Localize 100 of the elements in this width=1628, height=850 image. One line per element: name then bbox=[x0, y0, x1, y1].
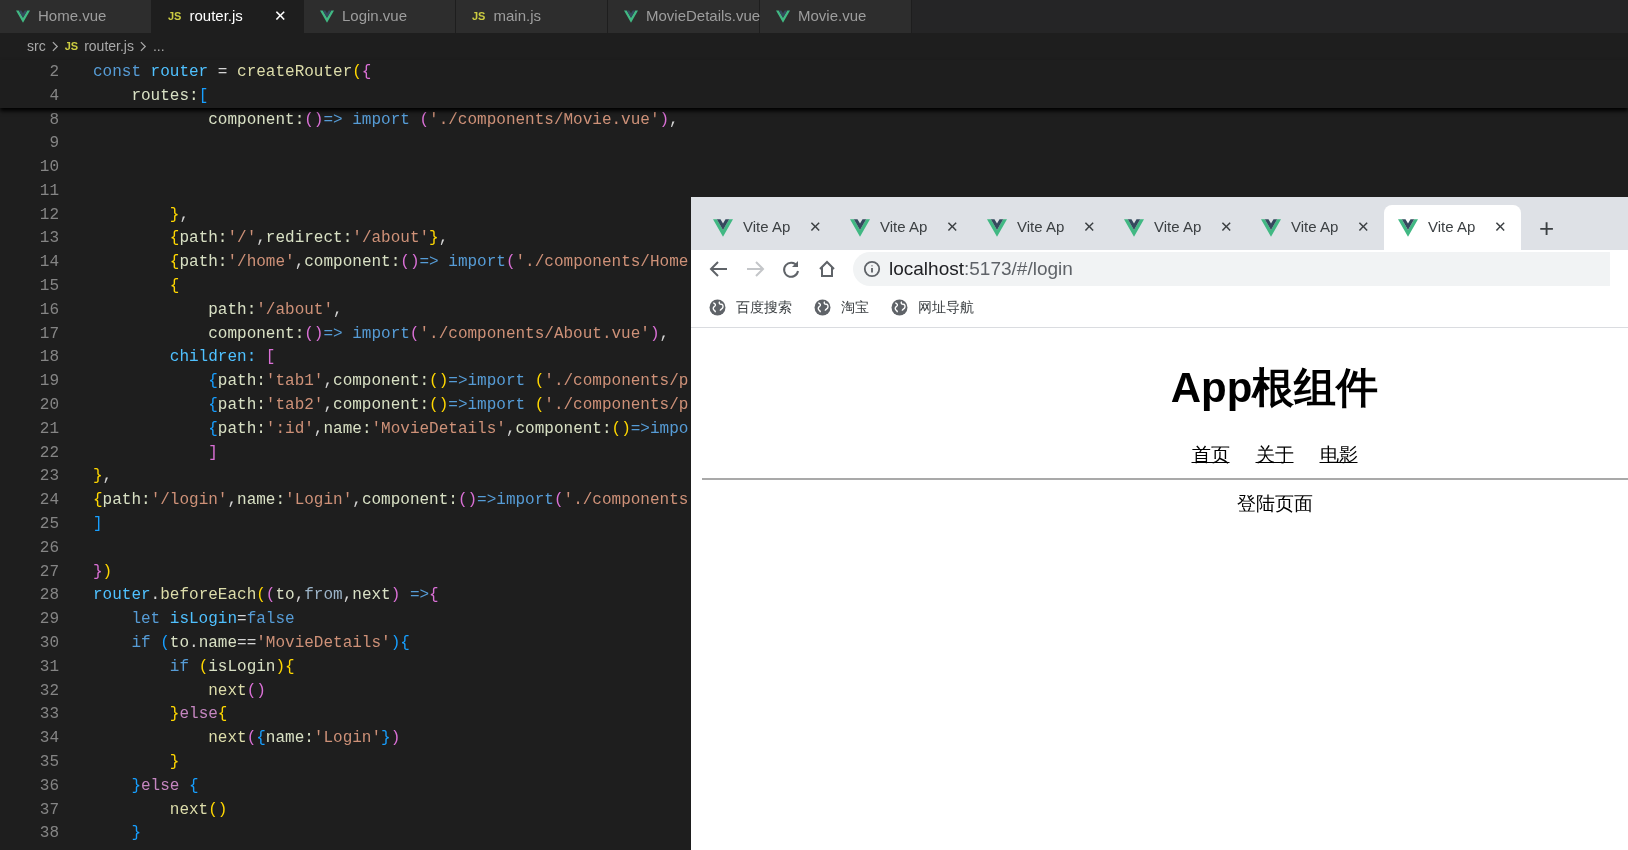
tab-label: MovieDetails.vue bbox=[646, 6, 761, 27]
editor-tab[interactable]: MovieDetails.vue bbox=[608, 0, 760, 33]
browser-tab[interactable]: Vite Ap ✕ bbox=[1247, 205, 1384, 250]
code-line: }) bbox=[93, 561, 113, 583]
code-line: component:()=> import ('./components/Movie.vue'), bbox=[207, 109, 679, 131]
code-line: routes:[ bbox=[130, 85, 209, 107]
code-line: } bbox=[168, 752, 180, 773]
tab-title: Vite Ap bbox=[1291, 217, 1339, 238]
close-icon[interactable]: ✕ bbox=[946, 216, 959, 239]
line-number: 37 bbox=[38, 799, 60, 821]
code-line: if (isLogin){ bbox=[168, 656, 295, 678]
line-number: 16 bbox=[38, 299, 60, 321]
line-number: 21 bbox=[38, 418, 60, 440]
bookmark-link[interactable]: 淘宝 bbox=[841, 297, 869, 318]
line-number: 4 bbox=[48, 85, 60, 107]
line-number: 10 bbox=[38, 157, 60, 179]
vue-logo-icon bbox=[850, 218, 870, 237]
code-line: ] bbox=[93, 514, 103, 536]
line-number: 29 bbox=[38, 609, 60, 631]
tab-title: Vite Ap bbox=[1428, 217, 1476, 238]
editor-tab[interactable]: JS router.js ✕ bbox=[152, 0, 304, 33]
code-line: {path:':id',name:'MovieDetails',component:()=>impo bbox=[207, 418, 689, 440]
reload-icon[interactable] bbox=[781, 259, 801, 279]
breadcrumb-folder[interactable]: src bbox=[27, 36, 46, 57]
close-icon[interactable]: ✕ bbox=[1083, 216, 1096, 239]
line-number: 24 bbox=[38, 490, 60, 512]
address-bar[interactable]: localhost:5173/#/login bbox=[853, 252, 1610, 286]
close-icon[interactable]: ✕ bbox=[1220, 216, 1233, 239]
line-number: 33 bbox=[38, 704, 60, 726]
browser-tab[interactable]: Vite Ap ✕ bbox=[699, 205, 836, 250]
home-icon[interactable] bbox=[817, 259, 837, 279]
code-line: let isLogin=false bbox=[130, 609, 295, 631]
code-line: children: [ bbox=[168, 347, 276, 369]
code-line: path:'/about', bbox=[207, 299, 343, 321]
code-line: }, bbox=[168, 204, 190, 226]
browser-tab[interactable]: Vite Ap ✕ bbox=[1110, 205, 1247, 250]
line-number: 17 bbox=[38, 323, 60, 345]
code-line: {path:'/',redirect:'/about'}, bbox=[168, 228, 449, 250]
editor-tab[interactable]: Home.vue bbox=[0, 0, 152, 33]
code-line: next() bbox=[168, 799, 228, 821]
vue-logo-icon bbox=[1398, 218, 1418, 237]
line-number: 26 bbox=[38, 537, 60, 559]
new-tab-button[interactable]: + bbox=[1539, 214, 1555, 241]
page-heading: App根组件 bbox=[1170, 363, 1379, 413]
globe-icon bbox=[814, 299, 831, 316]
nav-link[interactable]: 首页 bbox=[1191, 441, 1230, 470]
bookmark-link[interactable]: 百度搜索 bbox=[736, 297, 792, 318]
line-number: 34 bbox=[38, 728, 60, 750]
tab-label: Login.vue bbox=[342, 6, 408, 27]
close-icon[interactable]: ✕ bbox=[809, 216, 822, 239]
code-line: if (to.name=='MovieDetails'){ bbox=[130, 633, 410, 655]
close-icon[interactable]: ✕ bbox=[1357, 216, 1370, 239]
js-file-icon: JS bbox=[64, 38, 79, 55]
line-number: 13 bbox=[38, 228, 60, 250]
browser-tab[interactable]: Vite Ap ✕ bbox=[1384, 205, 1521, 250]
line-number: 22 bbox=[38, 442, 60, 464]
tab-title: Vite Ap bbox=[1017, 217, 1065, 238]
back-arrow-icon[interactable] bbox=[709, 259, 729, 279]
code-line: {path:'/home',component:()=> import('./components/Home bbox=[168, 252, 689, 274]
line-number: 18 bbox=[38, 347, 60, 369]
code-line: next({name:'Login'}) bbox=[207, 728, 401, 750]
code-line: {path:'/login',name:'Login',component:()=>import('./components bbox=[93, 490, 689, 512]
line-number: 28 bbox=[38, 585, 60, 607]
tab-label: main.js bbox=[493, 6, 541, 27]
globe-icon bbox=[891, 299, 908, 316]
vue-logo-icon bbox=[320, 10, 334, 23]
line-number: 2 bbox=[48, 61, 60, 83]
editor-tab[interactable]: Login.vue bbox=[304, 0, 456, 33]
close-icon[interactable]: ✕ bbox=[1494, 216, 1507, 239]
globe-icon bbox=[709, 299, 726, 316]
nav-link[interactable]: 关于 bbox=[1255, 441, 1294, 470]
tab-title: Vite Ap bbox=[743, 217, 791, 238]
editor-tab[interactable]: JS main.js bbox=[456, 0, 608, 33]
line-number: 8 bbox=[48, 109, 60, 131]
line-number: 38 bbox=[38, 823, 60, 845]
code-line: } bbox=[130, 823, 141, 845]
editor-tab[interactable]: Movie.vue bbox=[760, 0, 912, 33]
code-line: { bbox=[168, 276, 180, 298]
line-number: 32 bbox=[38, 680, 60, 702]
code-line: const router = createRouter({ bbox=[93, 61, 372, 83]
line-number: 14 bbox=[38, 252, 60, 274]
browser-tab[interactable]: Vite Ap ✕ bbox=[836, 205, 973, 250]
line-number: 20 bbox=[38, 395, 60, 417]
nav-link[interactable]: 电影 bbox=[1319, 441, 1358, 470]
browser-tab[interactable]: Vite Ap ✕ bbox=[973, 205, 1110, 250]
code-line: }else{ bbox=[168, 704, 228, 726]
js-file-icon: JS bbox=[168, 8, 182, 25]
breadcrumb-more[interactable]: ... bbox=[152, 36, 165, 57]
tab-title: Vite Ap bbox=[880, 217, 928, 238]
bookmark-link[interactable]: 网址导航 bbox=[918, 297, 974, 318]
vue-logo-icon bbox=[624, 10, 638, 23]
line-number: 11 bbox=[38, 180, 60, 202]
line-number: 35 bbox=[38, 752, 60, 773]
code-line: {path:'tab2',component:()=>import ('./components/p bbox=[207, 395, 689, 417]
breadcrumb-file[interactable]: router.js bbox=[84, 36, 134, 57]
chevron-icon bbox=[51, 41, 59, 52]
tab-label: Movie.vue bbox=[798, 6, 867, 27]
close-icon[interactable]: ✕ bbox=[274, 5, 287, 28]
tab-title: Vite Ap bbox=[1154, 217, 1202, 238]
vue-logo-icon bbox=[1261, 218, 1281, 237]
